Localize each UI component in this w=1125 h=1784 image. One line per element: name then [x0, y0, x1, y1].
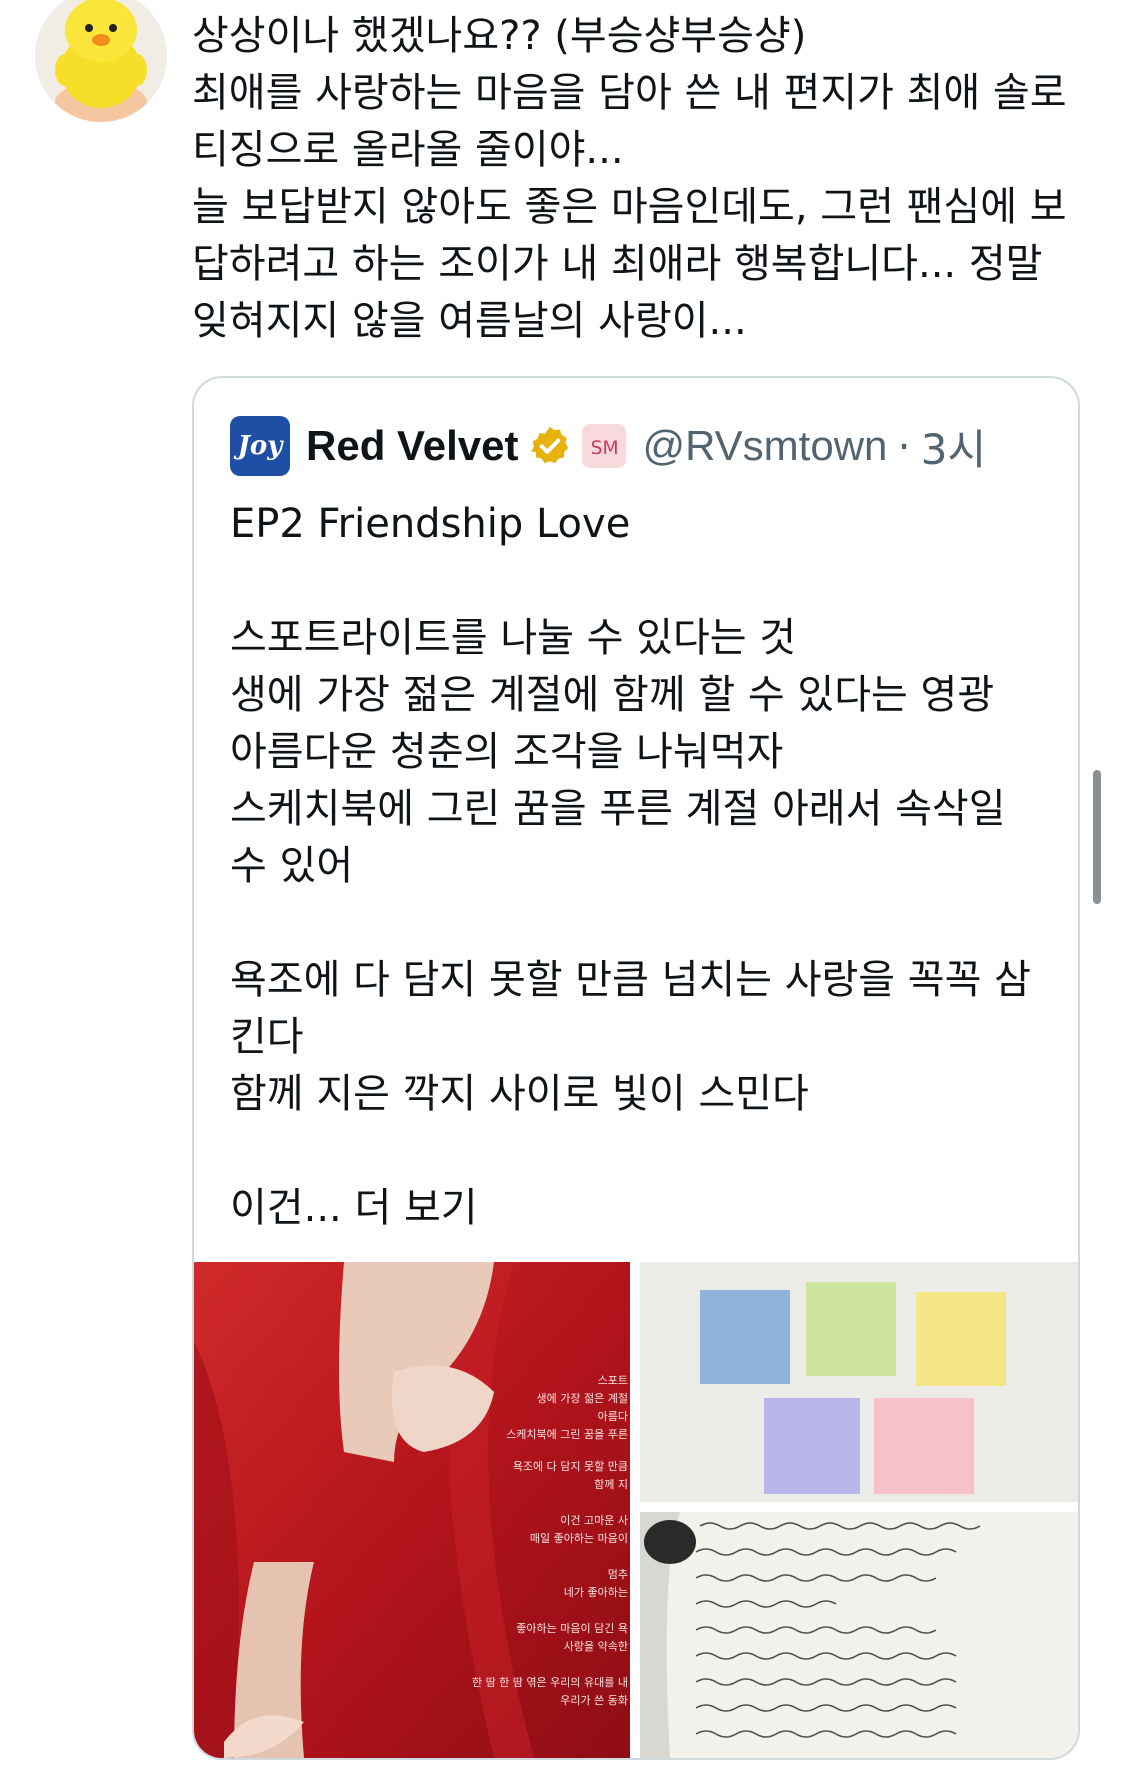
- quoted-avatar[interactable]: Joy: [230, 416, 290, 476]
- poem-line: 아름다: [597, 1410, 628, 1423]
- media-grid: 스포트 생에 가장 젊은 계절 아름다 스케치북에 그린 꿈을 푸른 욕조에 다…: [194, 1262, 1078, 1758]
- sticky-note-purple: [764, 1398, 860, 1494]
- poem-line: 이건 고마운 사: [560, 1514, 628, 1527]
- user-avatar[interactable]: [35, 0, 167, 122]
- verified-badge-icon: [531, 426, 569, 464]
- poem-line: 생에 가장 젊은 계절: [536, 1392, 628, 1405]
- poem-line: 사랑을 약속한: [563, 1640, 628, 1653]
- photo-sticky-notes[interactable]: [640, 1262, 1078, 1502]
- separator-dot: ·: [897, 421, 911, 471]
- tweet-text: 상상이나 했겠나요?? (부승샹부승샹) 최애를 사랑하는 마음을 담아 쓴 내…: [192, 13, 1067, 344]
- quoted-tweet-card[interactable]: Joy Red Velvet SM @RVsmtown · 3시 EP2 Fri…: [192, 376, 1080, 1760]
- poem-line: 우리가 쓴 동화: [560, 1694, 628, 1707]
- sticky-note-green: [806, 1282, 896, 1376]
- poem-line: 스케치북에 그린 꿈을 푸른: [506, 1428, 628, 1441]
- quoted-tweet-header: Joy Red Velvet SM @RVsmtown · 3시: [230, 414, 986, 478]
- photo-handwritten-letter[interactable]: [640, 1512, 1078, 1758]
- poem-line: 좋아하는 마음이 담긴 욕: [516, 1622, 628, 1635]
- svg-text:SM: SM: [591, 438, 619, 459]
- poem-line: 욕조에 다 담지 못할 만큼: [512, 1460, 628, 1473]
- poem-line: 함께 지: [594, 1478, 628, 1491]
- quoted-avatar-text: Joy: [237, 431, 283, 461]
- photo-holding-hands[interactable]: 스포트 생에 가장 젊은 계절 아름다 스케치북에 그린 꿈을 푸른 욕조에 다…: [194, 1262, 630, 1758]
- poem-line: 네가 좋아하는: [563, 1586, 628, 1599]
- quoted-tweet-body[interactable]: EP2 Friendship Love 스포트라이트를 나눌 수 있다는 것 생…: [230, 496, 1050, 1237]
- quoted-timestamp[interactable]: 3시: [921, 416, 986, 477]
- poem-line: 한 땀 한 땀 엮은 우리의 유대를 내: [471, 1676, 628, 1689]
- quoted-handle[interactable]: @RVsmtown: [642, 422, 887, 470]
- poem-line: 멈추: [607, 1568, 628, 1581]
- sticky-note-pink: [874, 1398, 974, 1494]
- sticky-note-yellow: [916, 1292, 1006, 1386]
- sticky-note-blue: [700, 1290, 790, 1384]
- scrollbar-thumb[interactable]: [1093, 770, 1101, 904]
- quoted-display-name[interactable]: Red Velvet: [306, 422, 518, 470]
- poem-line: 매일 좋아하는 마음이: [529, 1532, 628, 1545]
- sm-affiliate-badge-icon: SM: [582, 424, 627, 468]
- poem-line: 스포트: [597, 1374, 628, 1387]
